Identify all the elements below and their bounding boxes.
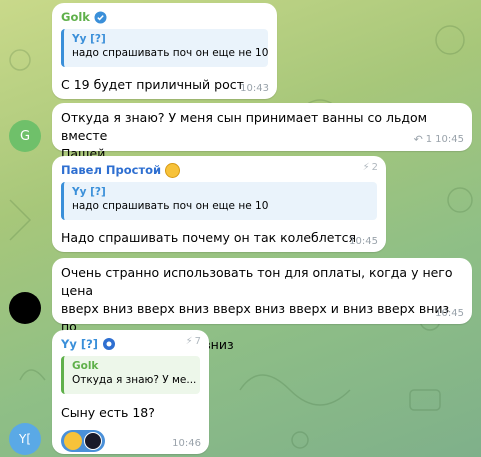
quote-text: надо спрашивать поч он еще не 10 [72,47,268,59]
quote-author: Yy [?] [72,33,106,45]
message-time: ↶ 1 10:45 [413,133,464,146]
message-text: Надо спрашивать почему он так колеблется [61,230,357,245]
reply-quote[interactable]: Yy [?] надо спрашивать поч он еще не 10 [61,182,377,220]
reply-arrow-icon[interactable]: ↶ [414,133,423,146]
message-bubble[interactable]: Откуда я знаю? У меня сын принимает ванн… [52,103,472,161]
sender-name[interactable]: Павел Простой [61,162,377,178]
forward-icon: ⚡ [362,162,370,173]
grimace-emoji-icon [64,432,82,450]
forward-count[interactable]: ⚡ 7 [186,336,201,347]
message-text: С 19 будет приличный рост [61,77,244,92]
message-time: 10:43 [240,83,269,94]
forward-count[interactable]: ⚡ 2 [363,162,378,173]
avatar[interactable]: G [9,120,41,152]
message-text-line: Откуда я знаю? У меня сын принимает ванн… [61,110,428,143]
bitcoin-logo-icon [103,338,116,350]
avatar[interactable]: Y[ [9,423,41,455]
sender-name[interactable]: Golk [61,9,268,25]
message-bubble[interactable]: Yy [?] ⚡ 7 Golk Откуда я знаю? У ме... С… [52,330,209,454]
reactor-avatar [84,432,102,450]
thinking-emoji-icon [165,162,181,178]
message-time: 10:45 [435,308,464,319]
verified-icon [94,11,107,23]
reaction-pill[interactable] [61,430,105,452]
message-time: 10:46 [172,438,201,449]
quote-text: Откуда я знаю? У ме... [72,374,197,386]
reply-quote[interactable]: Golk Откуда я знаю? У ме... [61,356,200,394]
message-bubble[interactable]: Очень странно использовать тон для оплат… [52,258,472,352]
message-time: 10:45 [349,236,378,247]
message-text: Сыну есть 18? [61,405,155,420]
quote-author: Yy [?] [72,186,106,198]
sender-name[interactable]: Yy [?] [61,336,200,352]
forward-icon: ⚡ [185,336,193,347]
quote-author: Golk [72,360,99,372]
quote-text: надо спрашивать поч он еще не 10 [72,200,269,212]
message-text-line: Очень странно использовать тон для оплат… [61,265,453,298]
reply-count[interactable]: 1 [426,134,432,145]
message-bubble[interactable]: Павел Простой ⚡ 2 Yy [?] надо спрашивать… [52,156,386,252]
message-bubble[interactable]: Golk Yy [?] надо спрашивать поч он еще н… [52,3,277,99]
reply-quote[interactable]: Yy [?] надо спрашивать поч он еще не 10 [61,29,268,67]
avatar[interactable] [9,292,41,324]
